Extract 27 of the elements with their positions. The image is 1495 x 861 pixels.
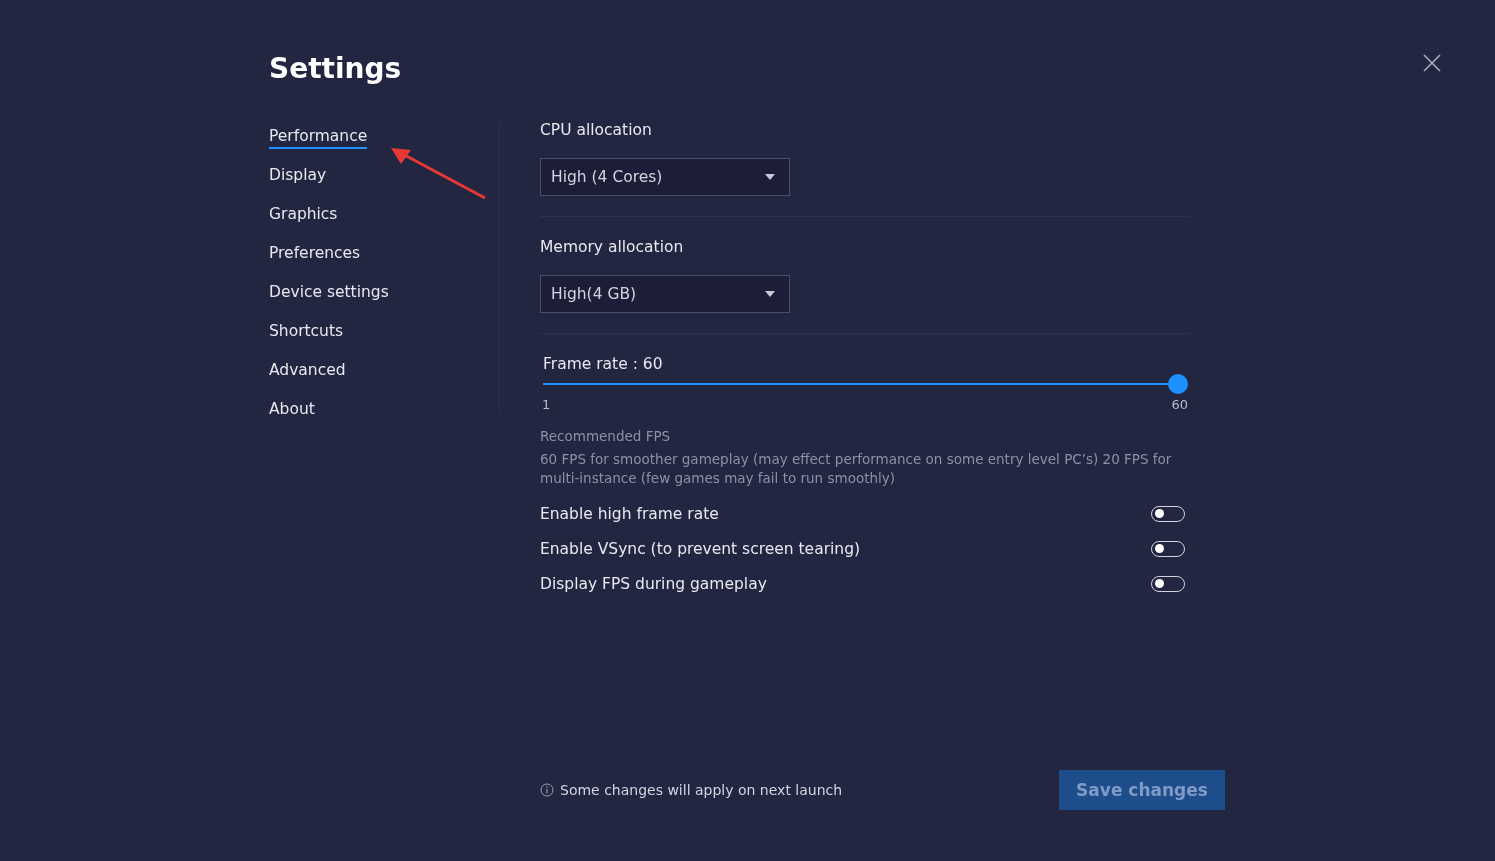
- toggle-label: Enable VSync (to prevent screen tearing): [540, 539, 861, 558]
- toggle-label: Enable high frame rate: [540, 504, 719, 523]
- info-icon: [540, 783, 554, 797]
- dropdown[interactable]: High(4 GB): [540, 275, 790, 313]
- sidebar-item[interactable]: About: [269, 400, 315, 422]
- sidebar-item[interactable]: Advanced: [269, 361, 346, 383]
- recommended-title: Recommended FPS: [540, 428, 672, 444]
- slider-min-label: 1: [542, 397, 551, 412]
- sidebar-item[interactable]: Display: [269, 166, 327, 188]
- slider-max-label: 60: [1171, 397, 1188, 412]
- sidebar-item[interactable]: Device settings: [269, 283, 389, 305]
- caret-icon: [765, 291, 775, 297]
- footer-note: Some changes will apply on next launch: [560, 782, 843, 798]
- close-icon[interactable]: [1423, 54, 1441, 72]
- slider-thumb[interactable]: [1168, 374, 1188, 394]
- caret-icon: [765, 174, 775, 180]
- dropdown[interactable]: High (4 Cores): [540, 158, 790, 196]
- settings-title: Settings: [269, 52, 402, 87]
- section-label: Memory allocation: [540, 238, 685, 258]
- sidebar-item[interactable]: Preferences: [269, 244, 361, 266]
- sidebar-item[interactable]: Shortcuts: [269, 322, 344, 344]
- recommended-text: 60 FPS for smoother gameplay (may effect performance on some entry level PC’s) 20 FPS for multi-instance (few games may fail to run smoothly): [540, 450, 1173, 488]
- frame-rate-label: Frame rate : 60: [543, 355, 664, 373]
- sidebar-item[interactable]: Graphics: [269, 205, 338, 227]
- sidebar-item[interactable]: Performance: [269, 127, 368, 149]
- toggle-label: Display FPS during gameplay: [540, 574, 767, 593]
- section-label: CPU allocation: [540, 121, 653, 141]
